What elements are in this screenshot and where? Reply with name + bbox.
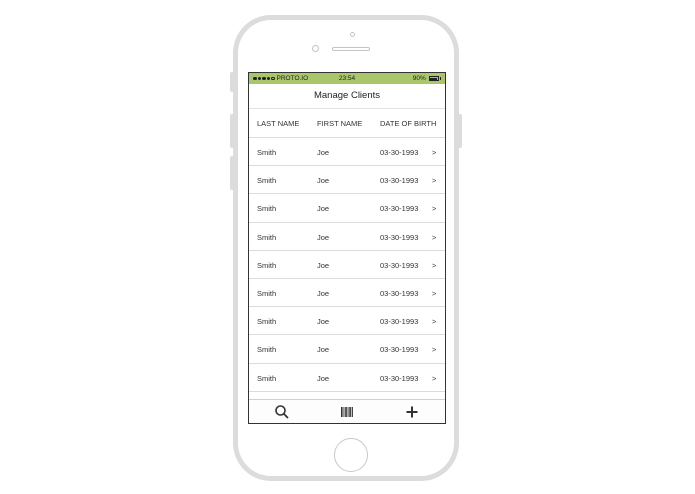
power-button[interactable] [458,114,462,148]
cell-first-name: Joe [317,288,330,298]
search-button[interactable] [273,403,291,421]
cell-date-of-birth: 03-30-1993 [380,345,419,355]
chevron-right-icon: > [432,317,437,327]
nav-bar: Manage Clients [249,84,445,109]
app-screen: PROTO.IO 23:54 90% Manage Clients LAST N… [248,72,446,424]
search-icon [275,405,289,419]
cell-first-name: Joe [317,204,330,214]
table-row[interactable]: Smith Joe 03-30-1993 > [249,223,445,251]
chevron-right-icon: > [432,260,437,270]
table-row[interactable]: Smith Joe 03-30-1993 > [249,251,445,279]
cell-first-name: Joe [317,373,330,383]
cell-date-of-birth: 03-30-1993 [380,317,419,327]
header-date-of-birth: DATE OF BIRTH [380,119,437,128]
battery-percent: 90% [412,75,426,82]
cell-date-of-birth: 03-30-1993 [380,260,419,270]
chevron-right-icon: > [432,204,437,214]
table-row[interactable]: Smith Joe 03-30-1993 > [249,335,445,364]
cell-last-name: Smith [257,232,277,242]
proximity-sensor [312,45,319,52]
cell-date-of-birth: 03-30-1993 [380,373,419,383]
chevron-right-icon: > [432,148,437,157]
cell-date-of-birth: 03-30-1993 [380,148,419,157]
cell-first-name: Joe [317,345,330,355]
cell-first-name: Joe [317,317,330,327]
header-last-name: LAST NAME [257,119,300,128]
table-row[interactable]: Smith Joe 03-30-1993 > [249,194,445,223]
barcode-icon [341,407,353,417]
cell-date-of-birth: 03-30-1993 [380,288,419,298]
table-row[interactable]: Smith Joe 03-30-1993 > [249,307,445,336]
table-row[interactable]: Smith Joe 03-30-1993 > [249,279,445,308]
cell-last-name: Smith [257,260,277,270]
scan-barcode-button[interactable] [338,403,356,421]
page-title: Manage Clients [313,90,380,101]
cell-last-name: Smith [257,204,277,214]
battery-tip [439,77,441,80]
cell-last-name: Smith [257,148,277,157]
chevron-right-icon: > [432,288,437,298]
cell-first-name: Joe [317,148,330,157]
cell-last-name: Smith [257,345,277,355]
cell-last-name: Smith [257,317,277,327]
cell-first-name: Joe [317,232,330,242]
cell-date-of-birth: 03-30-1993 [380,176,419,186]
volume-up-button[interactable] [230,114,234,148]
battery-info: 90% [413,73,441,84]
chevron-right-icon: > [432,373,437,383]
table-row[interactable]: Smith Joe 03-30-1993 > [249,138,445,167]
cell-date-of-birth: 03-30-1993 [380,204,419,214]
cell-last-name: Smith [257,176,277,186]
cell-first-name: Joe [317,260,330,270]
cell-date-of-birth: 03-30-1993 [380,232,419,242]
header-first-name: FIRST NAME [317,119,363,128]
add-client-button[interactable] [403,403,421,421]
cell-first-name: Joe [317,176,330,186]
battery-icon [428,76,439,81]
chevron-right-icon: > [432,232,437,242]
chevron-right-icon: > [432,345,437,355]
cell-last-name: Smith [257,373,277,383]
volume-down-button[interactable] [230,156,234,190]
tab-bar [249,399,445,423]
home-button[interactable] [334,438,368,472]
table-row[interactable]: Smith Joe 03-30-1993 > [249,166,445,195]
mute-switch[interactable] [230,72,234,92]
table-header: LAST NAME FIRST NAME DATE OF BIRTH [249,109,445,138]
table-row[interactable]: Smith Joe 03-30-1993 > [249,364,445,392]
front-camera [350,32,355,37]
cell-last-name: Smith [257,288,277,298]
plus-icon [406,406,418,418]
status-bar: PROTO.IO 23:54 90% [249,73,445,84]
chevron-right-icon: > [432,176,437,186]
earpiece-speaker [332,47,370,51]
client-list: Smith Joe 03-30-1993 > Smith Joe 03-30-1… [249,138,445,392]
